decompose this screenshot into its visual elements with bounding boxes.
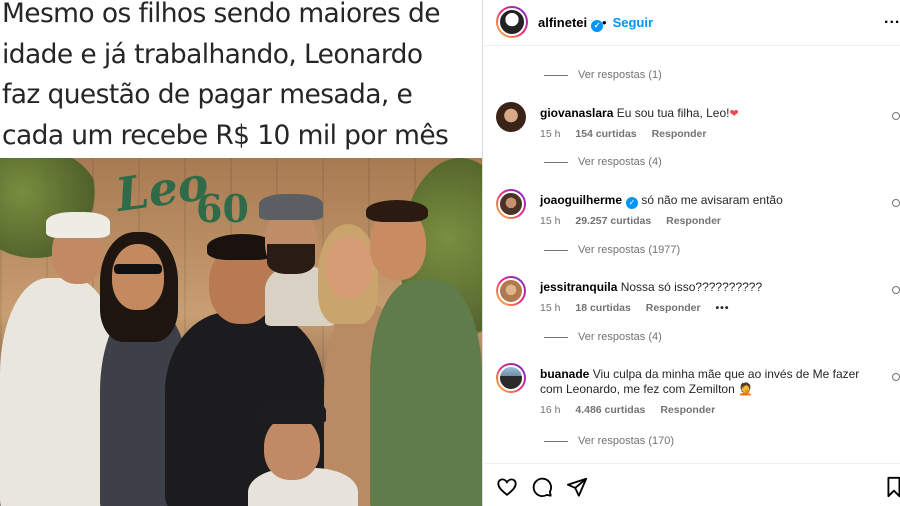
- reply-button[interactable]: Responder: [646, 302, 701, 314]
- post-media: Mesmo os filhos sendo maiores de idade e…: [0, 0, 483, 506]
- post-action-bar: [484, 463, 900, 506]
- like-comment-icon[interactable]: [892, 199, 900, 207]
- commenter-username[interactable]: joaoguilherme: [540, 193, 622, 207]
- comment-text: joaoguilherme ✓ só não me avisaram então: [540, 193, 783, 209]
- comment-likes[interactable]: 4.486 curtidas: [575, 404, 645, 416]
- comment-time: 15 h: [540, 215, 561, 227]
- header-separator: •: [602, 15, 607, 30]
- reply-button[interactable]: Responder: [660, 404, 715, 416]
- commenter-avatar[interactable]: [496, 363, 526, 393]
- post-photo: Leo 60: [0, 158, 482, 506]
- post-caption-image-text: Mesmo os filhos sendo maiores de idade e…: [2, 0, 449, 151]
- view-replies-button[interactable]: Ver respostas (1977): [544, 244, 680, 256]
- comment-time: 15 h: [540, 128, 561, 140]
- comment-text: buanade Viu culpa da minha mãe que ao in…: [540, 367, 860, 396]
- view-replies-button[interactable]: Ver respostas (4): [544, 331, 662, 343]
- comment-icon[interactable]: [531, 476, 553, 498]
- comment-likes[interactable]: 154 curtidas: [575, 128, 636, 140]
- view-replies-button[interactable]: Ver respostas (170): [544, 435, 674, 447]
- comment-meta: 15 h 18 curtidas Responder •••: [540, 302, 742, 314]
- comments-panel: alfinetei ✓ • Seguir ... Ver respostas (1)…: [484, 0, 900, 506]
- like-comment-icon[interactable]: [892, 373, 900, 381]
- comment-meta: 15 h 154 curtidas Responder: [540, 128, 718, 140]
- birthday-sign-number: 60: [196, 186, 249, 231]
- share-icon[interactable]: [566, 476, 588, 498]
- comment-text: jessitranquila Nossa só isso??????????: [540, 280, 763, 294]
- heart-icon[interactable]: [496, 476, 518, 498]
- commenter-avatar[interactable]: [496, 276, 526, 306]
- view-replies-button[interactable]: Ver respostas (1): [544, 69, 662, 81]
- commenter-avatar[interactable]: [496, 189, 526, 219]
- more-options-icon[interactable]: ...: [884, 10, 900, 28]
- author-username[interactable]: alfinetei ✓: [538, 15, 604, 32]
- comment-meta: 15 h 29.257 curtidas Responder: [540, 215, 733, 227]
- post-header: alfinetei ✓ • Seguir ...: [484, 0, 900, 46]
- commenter-avatar[interactable]: [496, 102, 526, 132]
- comment-more-options-icon[interactable]: •••: [716, 302, 730, 314]
- author-avatar[interactable]: [496, 6, 528, 38]
- comment-likes[interactable]: 18 curtidas: [575, 302, 630, 314]
- comment-meta: 16 h 4.486 curtidas Responder: [540, 404, 727, 416]
- like-comment-icon[interactable]: [892, 112, 900, 120]
- heart-emoji: ❤: [729, 108, 739, 120]
- reply-button[interactable]: Responder: [652, 128, 707, 140]
- bookmark-icon[interactable]: [886, 476, 900, 498]
- follow-button[interactable]: • Seguir: [602, 15, 653, 30]
- reply-button[interactable]: Responder: [666, 215, 721, 227]
- commenter-username[interactable]: giovanaslara: [540, 106, 613, 120]
- comment-text: giovanaslara Eu sou tua filha, Leo!❤: [540, 106, 739, 120]
- comment-time: 15 h: [540, 302, 561, 314]
- comment-likes[interactable]: 29.257 curtidas: [575, 215, 651, 227]
- verified-badge-icon: ✓: [626, 197, 639, 209]
- facepalm-emoji: 🤦: [738, 382, 754, 396]
- view-replies-button[interactable]: Ver respostas (4): [544, 156, 662, 168]
- comment-time: 16 h: [540, 404, 561, 416]
- like-comment-icon[interactable]: [892, 286, 900, 294]
- commenter-username[interactable]: jessitranquila: [540, 280, 617, 294]
- commenter-username[interactable]: buanade: [540, 367, 589, 381]
